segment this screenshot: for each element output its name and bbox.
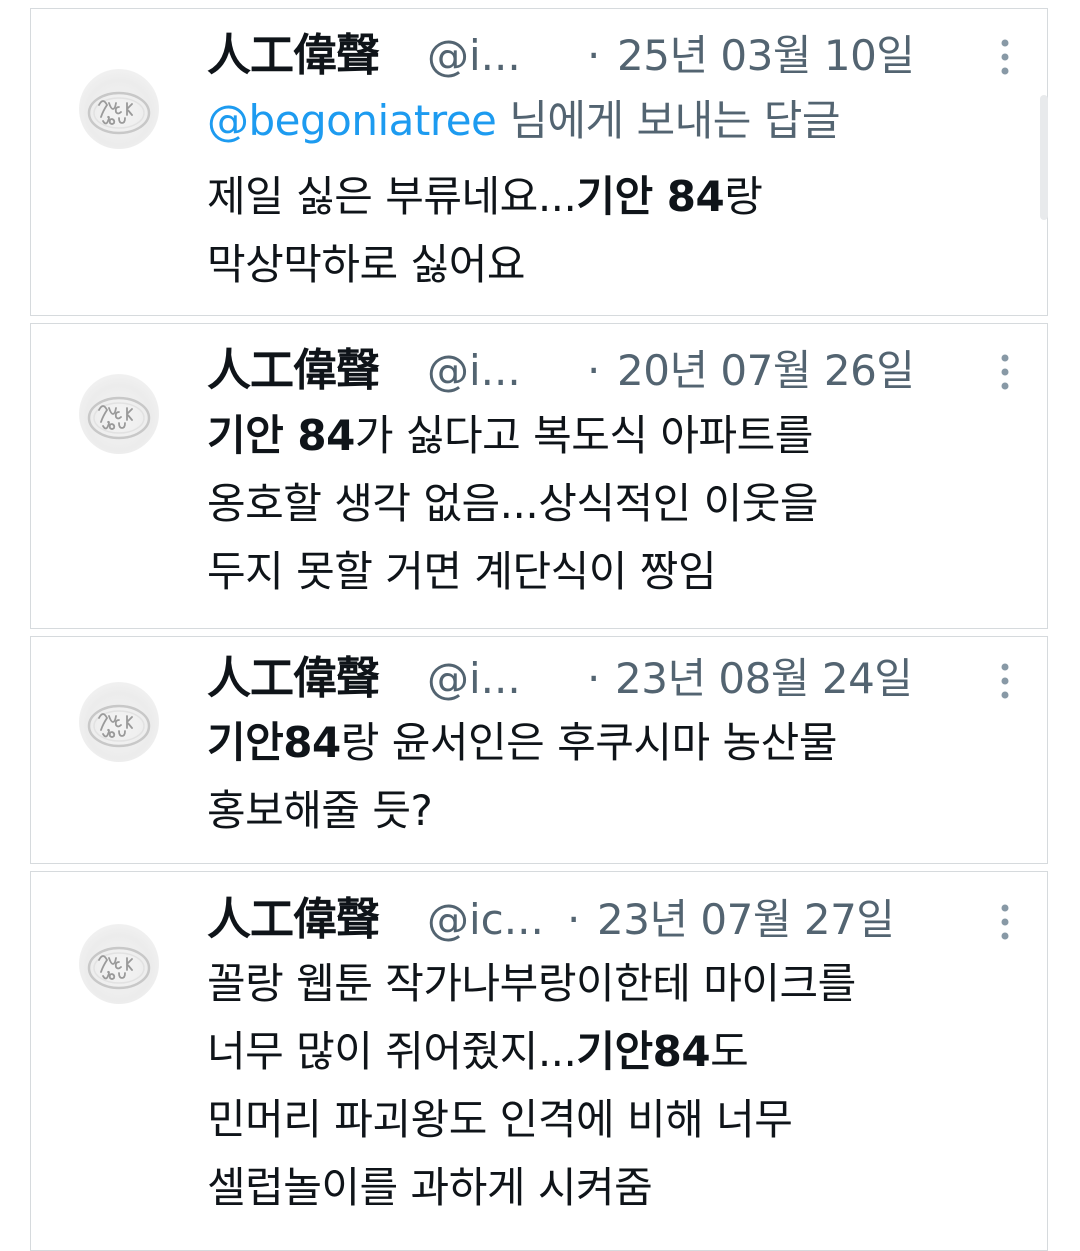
tweet-text: 꼴랑 웹툰 작가나부랑이한테 마이크를 너무 많이 쥐어줬지...기안84도 민… [207, 950, 1007, 1222]
reply-mention-link[interactable]: @begoniatree [207, 96, 497, 145]
tweet-card[interactable]: 人工偉聲 @i... · 23년 08월 24일 기안84랑 윤서인은 후쿠시마… [30, 636, 1048, 864]
more-vertical-icon[interactable] [995, 37, 1015, 75]
text-line: 기안84랑 윤서인은 후쿠시마 농산물 [207, 709, 1007, 777]
tweet-header: 人工偉聲 @ic... · 23년 07월 27일 [207, 890, 1047, 950]
text-line: 기안 84가 싫다고 복도식 아파트를 [207, 402, 1007, 470]
text-segment: 도 [710, 1027, 749, 1076]
tweet-feed: 人工偉聲 @i... · 25년 03월 10일 @begoniatree 님에… [0, 0, 1080, 1251]
tweet-date[interactable]: 23년 08월 24일 [615, 649, 913, 709]
scrollbar-thumb[interactable] [1040, 95, 1048, 220]
user-handle[interactable]: @ic... [427, 890, 544, 950]
more-vertical-icon[interactable] [995, 352, 1015, 390]
user-handle[interactable]: @i... [427, 649, 521, 709]
separator-dot: · [587, 31, 601, 80]
tweet-date[interactable]: 20년 07월 26일 [617, 341, 915, 401]
ring-avatar-icon [87, 946, 151, 990]
display-name[interactable]: 人工偉聲 [207, 890, 380, 950]
ring-avatar-icon [87, 704, 151, 748]
tweet-text: @begoniatree 님에게 보내는 답글 제일 싫은 부류네요...기안 … [207, 87, 1007, 299]
ring-avatar-icon [87, 396, 151, 440]
text-line: 너무 많이 쥐어줬지...기안84도 [207, 1018, 1007, 1086]
text-line: 셀럽놀이를 과하게 시켜줌 [207, 1163, 653, 1212]
user-handle[interactable]: @i... [427, 26, 521, 86]
text-line: 막상막하로 싫어요 [207, 240, 525, 289]
reply-context: @begoniatree 님에게 보내는 답글 [207, 87, 1007, 155]
search-highlight: 기안 84 [576, 172, 725, 221]
search-highlight: 기안84 [576, 1027, 711, 1076]
separator-dot: · [587, 654, 601, 703]
tweet-text: 기안84랑 윤서인은 후쿠시마 농산물 홍보해줄 듯? [207, 709, 1007, 845]
search-highlight: 기안84 [207, 718, 341, 767]
tweet-text: 기안 84가 싫다고 복도식 아파트를 옹호할 생각 없음...상식적인 이웃을… [207, 402, 1007, 606]
tweet-date[interactable]: 23년 07월 27일 [597, 890, 895, 950]
avatar[interactable] [79, 374, 159, 454]
tweet-card[interactable]: 人工偉聲 @i... · 20년 07월 26일 기안 84가 싫다고 복도식 … [30, 323, 1048, 629]
more-vertical-icon[interactable] [995, 902, 1015, 940]
search-highlight: 기안 84 [207, 411, 355, 460]
tweet-header: 人工偉聲 @i... · 25년 03월 10일 [207, 26, 1047, 86]
more-vertical-icon[interactable] [995, 661, 1015, 699]
reply-label: 님에게 보내는 답글 [496, 96, 841, 145]
tweet-date[interactable]: 25년 03월 10일 [617, 26, 915, 86]
tweet-header: 人工偉聲 @i... · 20년 07월 26일 [207, 341, 1047, 401]
text-segment: 제일 싫은 부류네요... [207, 172, 577, 221]
user-handle[interactable]: @i... [427, 341, 521, 401]
text-segment: 랑 [724, 172, 763, 221]
display-name[interactable]: 人工偉聲 [207, 341, 380, 401]
tweet-card[interactable]: 人工偉聲 @ic... · 23년 07월 27일 꼴랑 웹툰 작가나부랑이한테… [30, 871, 1048, 1251]
text-line: 민머리 파괴왕도 인격에 비해 너무 [207, 1095, 793, 1144]
text-segment: 너무 많이 쥐어줬지... [207, 1027, 577, 1076]
display-name[interactable]: 人工偉聲 [207, 26, 380, 86]
separator-dot: · [587, 346, 601, 395]
text-line: 옹호할 생각 없음...상식적인 이웃을 [207, 479, 819, 528]
tweet-header: 人工偉聲 @i... · 23년 08월 24일 [207, 649, 1047, 709]
display-name[interactable]: 人工偉聲 [207, 649, 380, 709]
text-line: 꼴랑 웹툰 작가나부랑이한테 마이크를 [207, 959, 856, 1008]
text-segment: 가 싫다고 복도식 아파트를 [354, 411, 814, 460]
tweet-card[interactable]: 人工偉聲 @i... · 25년 03월 10일 @begoniatree 님에… [30, 8, 1048, 316]
separator-dot: · [567, 895, 581, 944]
ring-avatar-icon [87, 91, 151, 135]
text-line: 제일 싫은 부류네요...기안 84랑 [207, 163, 1007, 231]
text-line: 홍보해줄 듯? [207, 786, 433, 835]
text-segment: 랑 윤서인은 후쿠시마 농산물 [340, 718, 838, 767]
text-line: 두지 못할 거면 계단식이 짱임 [207, 547, 717, 596]
avatar[interactable] [79, 924, 159, 1004]
avatar[interactable] [79, 682, 159, 762]
avatar[interactable] [79, 69, 159, 149]
